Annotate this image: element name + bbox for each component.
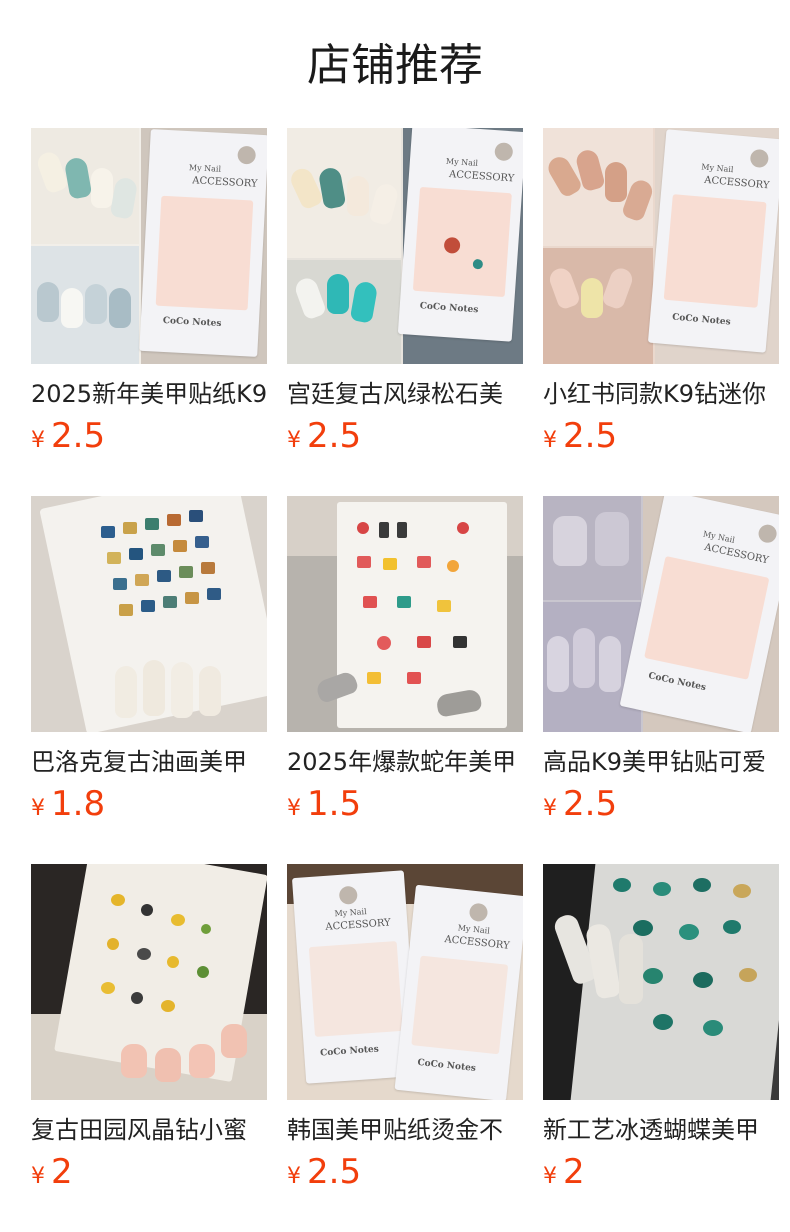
package-brand: CoCo Notes — [671, 312, 732, 328]
product-name[interactable]: 复古田园风晶钻小蜜 — [31, 1114, 267, 1146]
product-card[interactable]: 新工艺冰透蝴蝶美甲 ¥2 — [543, 864, 779, 1198]
package-brand: CoCo Notes — [416, 1057, 477, 1074]
product-name[interactable]: 2025年爆款蛇年美甲 — [287, 746, 523, 778]
package-brand: CoCo Notes — [647, 671, 707, 694]
package-text: ACCESSORY — [703, 174, 770, 192]
package-text: My Nail — [445, 156, 479, 168]
section-title: 店铺推荐 — [307, 40, 483, 91]
product-name[interactable]: 宫廷复古风绿松石美 — [287, 378, 523, 410]
product-price: ¥2.5 — [287, 416, 523, 462]
product-price: ¥2.5 — [543, 784, 779, 830]
product-card[interactable]: My Nail ACCESSORY CoCo Notes 2025新年美甲贴纸K… — [31, 128, 267, 462]
package-brand: CoCo Notes — [419, 301, 479, 316]
package-text: ACCESSORY — [703, 541, 770, 567]
price-value: 2 — [563, 1152, 585, 1192]
currency-symbol: ¥ — [31, 428, 45, 453]
product-price: ¥2.5 — [31, 416, 267, 462]
product-image[interactable]: My Nail ACCESSORY CoCo Notes My Nail ACC… — [287, 864, 523, 1100]
product-card[interactable]: My Nail ACCESSORY CoCo Notes 宫廷复古风绿松石美 ¥… — [287, 128, 523, 462]
product-image[interactable] — [287, 496, 523, 732]
product-name[interactable]: 巴洛克复古油画美甲 — [31, 746, 267, 778]
product-card[interactable]: My Nail ACCESSORY CoCo Notes 高品K9美甲钻贴可爱 … — [543, 496, 779, 830]
product-price: ¥1.8 — [31, 784, 267, 830]
product-name[interactable]: 韩国美甲贴纸烫金不 — [287, 1114, 523, 1146]
currency-symbol: ¥ — [287, 428, 301, 453]
currency-symbol: ¥ — [31, 796, 45, 821]
price-value: 2.5 — [307, 416, 362, 456]
package-text: My Nail — [334, 907, 367, 919]
package-text: ACCESSORY — [443, 934, 511, 952]
product-price: ¥2.5 — [543, 416, 779, 462]
product-image[interactable]: My Nail ACCESSORY CoCo Notes — [31, 128, 267, 364]
package-text: My Nail — [457, 923, 491, 936]
package-brand: CoCo Notes — [162, 315, 222, 330]
package-text: ACCESSORY — [325, 917, 392, 933]
package-text: My Nail — [188, 163, 222, 174]
product-name[interactable]: 2025新年美甲贴纸K9 — [31, 378, 267, 410]
price-value: 2 — [51, 1152, 73, 1192]
product-price: ¥2 — [543, 1152, 779, 1198]
product-price: ¥2 — [31, 1152, 267, 1198]
package-text: ACCESSORY — [191, 175, 258, 190]
product-price: ¥1.5 — [287, 784, 523, 830]
package-brand: CoCo Notes — [319, 1044, 380, 1059]
currency-symbol: ¥ — [543, 796, 557, 821]
price-value: 2.5 — [563, 784, 618, 824]
product-name[interactable]: 高品K9美甲钻贴可爱 — [543, 746, 779, 778]
product-price: ¥2.5 — [287, 1152, 523, 1198]
currency-symbol: ¥ — [287, 1164, 301, 1189]
product-image[interactable]: My Nail ACCESSORY CoCo Notes — [287, 128, 523, 364]
product-image[interactable]: My Nail ACCESSORY CoCo Notes — [543, 496, 779, 732]
package-text: My Nail — [701, 162, 734, 175]
product-name[interactable]: 新工艺冰透蝴蝶美甲 — [543, 1114, 779, 1146]
product-card[interactable]: My Nail ACCESSORY CoCo Notes My Nail ACC… — [287, 864, 523, 1198]
product-image[interactable] — [31, 496, 267, 732]
product-image[interactable]: My Nail ACCESSORY CoCo Notes — [543, 128, 779, 364]
product-card[interactable]: 复古田园风晶钻小蜜 ¥2 — [31, 864, 267, 1198]
price-value: 2.5 — [307, 1152, 362, 1192]
product-image[interactable] — [31, 864, 267, 1100]
currency-symbol: ¥ — [543, 1164, 557, 1189]
price-value: 2.5 — [563, 416, 618, 456]
product-image[interactable] — [543, 864, 779, 1100]
package-text: ACCESSORY — [448, 168, 515, 185]
currency-symbol: ¥ — [543, 428, 557, 453]
product-card[interactable]: 2025年爆款蛇年美甲 ¥1.5 — [287, 496, 523, 830]
price-value: 2.5 — [51, 416, 106, 456]
product-card[interactable]: My Nail ACCESSORY CoCo Notes 小红书同款K9钻迷你 … — [543, 128, 779, 462]
currency-symbol: ¥ — [287, 796, 301, 821]
currency-symbol: ¥ — [31, 1164, 45, 1189]
price-value: 1.8 — [51, 784, 106, 824]
price-value: 1.5 — [307, 784, 362, 824]
product-card[interactable]: 巴洛克复古油画美甲 ¥1.8 — [31, 496, 267, 830]
product-name[interactable]: 小红书同款K9钻迷你 — [543, 378, 779, 410]
